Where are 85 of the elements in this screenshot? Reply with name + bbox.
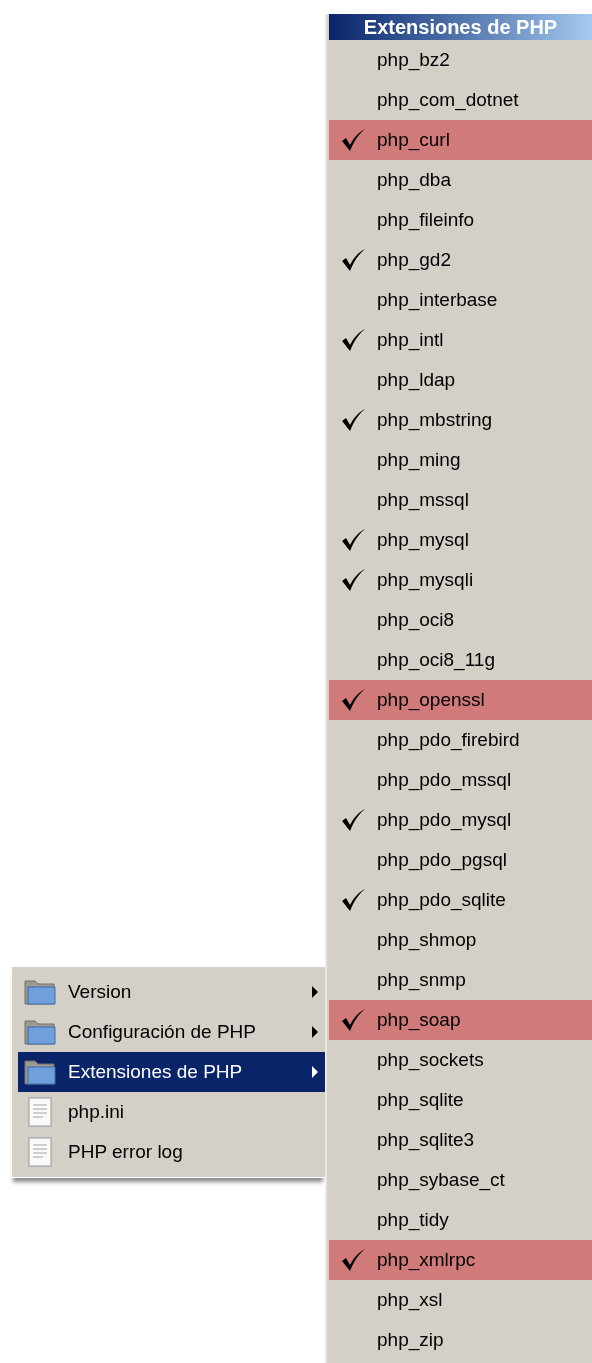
submenu-item-label: php_dba	[377, 167, 451, 193]
submenu-item-label: php_pdo_firebird	[377, 727, 520, 753]
submenu-item-label: php_mysqli	[377, 567, 474, 593]
submenu-item[interactable]: php_tidy	[329, 1200, 592, 1240]
submenu-item-label: php_fileinfo	[377, 207, 475, 233]
submenu-item[interactable]: php_oci8	[329, 600, 592, 640]
submenu-item-label: php_ldap	[377, 367, 456, 393]
submenu-item[interactable]: php_xsl	[329, 1280, 592, 1320]
submenu-item[interactable]: php_ming	[329, 440, 592, 480]
submenu-item-label: php_zip	[377, 1327, 444, 1353]
folder-icon	[23, 977, 57, 1007]
submenu-item[interactable]: php_pdo_sqlite	[329, 880, 592, 920]
submenu-item-label: php_pdo_pgsql	[377, 847, 507, 873]
submenu-item[interactable]: php_interbase	[329, 280, 592, 320]
menu-item-label: Configuración de PHP	[68, 1019, 257, 1044]
submenu-item[interactable]: php_soap	[329, 1000, 592, 1040]
submenu-arrow-icon	[311, 1065, 319, 1079]
submenu-item[interactable]: php_sockets	[329, 1040, 592, 1080]
submenu-item-label: php_com_dotnet	[377, 87, 519, 113]
menu-item-label: Version	[68, 979, 133, 1004]
submenu-item-label: php_mbstring	[377, 407, 493, 433]
submenu-item[interactable]: php_pdo_pgsql	[329, 840, 592, 880]
submenu-item-label: php_sqlite3	[377, 1127, 475, 1153]
submenu-item[interactable]: php_sqlite	[329, 1080, 592, 1120]
submenu-item-label: php_openssl	[377, 687, 485, 713]
submenu-item-label: php_pdo_mysql	[377, 807, 512, 833]
submenu-item-label: php_shmop	[377, 927, 477, 953]
submenu-item[interactable]: php_sqlite3	[329, 1120, 592, 1160]
submenu-item[interactable]: php_mssql	[329, 480, 592, 520]
menu-item[interactable]: Extensiones de PHP	[18, 1052, 325, 1092]
submenu-item[interactable]: php_gd2	[329, 240, 592, 280]
submenu-item[interactable]: php_dba	[329, 160, 592, 200]
submenu-item-label: php_intl	[377, 327, 444, 353]
submenu-item-label: php_ming	[377, 447, 461, 473]
document-icon	[27, 1097, 53, 1127]
submenu-item[interactable]: php_mbstring	[329, 400, 592, 440]
submenu-item-label: php_mysql	[377, 527, 469, 553]
submenu-item-label: php_curl	[377, 127, 450, 153]
submenu-item-label: php_xsl	[377, 1287, 443, 1313]
folder-icon	[23, 1017, 57, 1047]
submenu-item-label: php_mssql	[377, 487, 469, 513]
submenu-item[interactable]: php_shmop	[329, 920, 592, 960]
submenu-item[interactable]: php_oci8_11g	[329, 640, 592, 680]
submenu-item[interactable]: php_com_dotnet	[329, 80, 592, 120]
menu-item-label: Extensiones de PHP	[68, 1059, 244, 1084]
submenu-item-label: php_interbase	[377, 287, 498, 313]
submenu-item[interactable]: php_pdo_firebird	[329, 720, 592, 760]
submenu-item[interactable]: php_bz2	[329, 40, 592, 80]
submenu-item-label: php_tidy	[377, 1207, 449, 1233]
submenu-item-label: php_sybase_ct	[377, 1167, 505, 1193]
folder-icon	[23, 1057, 57, 1087]
submenu-item[interactable]: php_xmlrpc	[329, 1240, 592, 1280]
submenu-item-label: php_xmlrpc	[377, 1247, 476, 1273]
submenu-item[interactable]: php_zip	[329, 1320, 592, 1360]
submenu-item[interactable]: php_sybase_ct	[329, 1160, 592, 1200]
submenu-title: Extensiones de PHP	[329, 14, 592, 40]
submenu-item[interactable]: php_mysql	[329, 520, 592, 560]
menu-item[interactable]: PHP error log	[18, 1132, 325, 1172]
submenu-arrow-icon	[311, 985, 319, 999]
submenu-item[interactable]: php_mysqli	[329, 560, 592, 600]
submenu-item[interactable]: php_snmp	[329, 960, 592, 1000]
menu-item[interactable]: Configuración de PHP	[18, 1012, 325, 1052]
submenu-item-label: php_sqlite	[377, 1087, 464, 1113]
submenu-item-label: php_snmp	[377, 967, 466, 993]
submenu-item-label: php_oci8	[377, 607, 455, 633]
submenu-arrow-icon	[311, 1025, 319, 1039]
submenu-item-label: php_soap	[377, 1007, 461, 1033]
menu-item-label: php.ini	[68, 1099, 125, 1124]
submenu-item-label: php_sockets	[377, 1047, 484, 1073]
submenu-item[interactable]: php_openssl	[329, 680, 592, 720]
submenu-item-label: php_pdo_sqlite	[377, 887, 506, 913]
document-icon	[27, 1137, 53, 1167]
menu-item[interactable]: php.ini	[18, 1092, 325, 1132]
submenu-item-label: php_gd2	[377, 247, 451, 273]
submenu-item-label: php_bz2	[377, 47, 450, 73]
submenu-item[interactable]: php_intl	[329, 320, 592, 360]
submenu-item[interactable]: php_fileinfo	[329, 200, 592, 240]
submenu-item-label: php_oci8_11g	[377, 647, 495, 673]
submenu-item[interactable]: php_ldap	[329, 360, 592, 400]
submenu-item[interactable]: php_curl	[329, 120, 592, 160]
menu-item-label: PHP error log	[68, 1139, 184, 1164]
menu-item[interactable]: Version	[18, 972, 325, 1012]
submenu-item[interactable]: php_pdo_mssql	[329, 760, 592, 800]
submenu-item[interactable]: php_pdo_mysql	[329, 800, 592, 840]
submenu-item-label: php_pdo_mssql	[377, 767, 512, 793]
